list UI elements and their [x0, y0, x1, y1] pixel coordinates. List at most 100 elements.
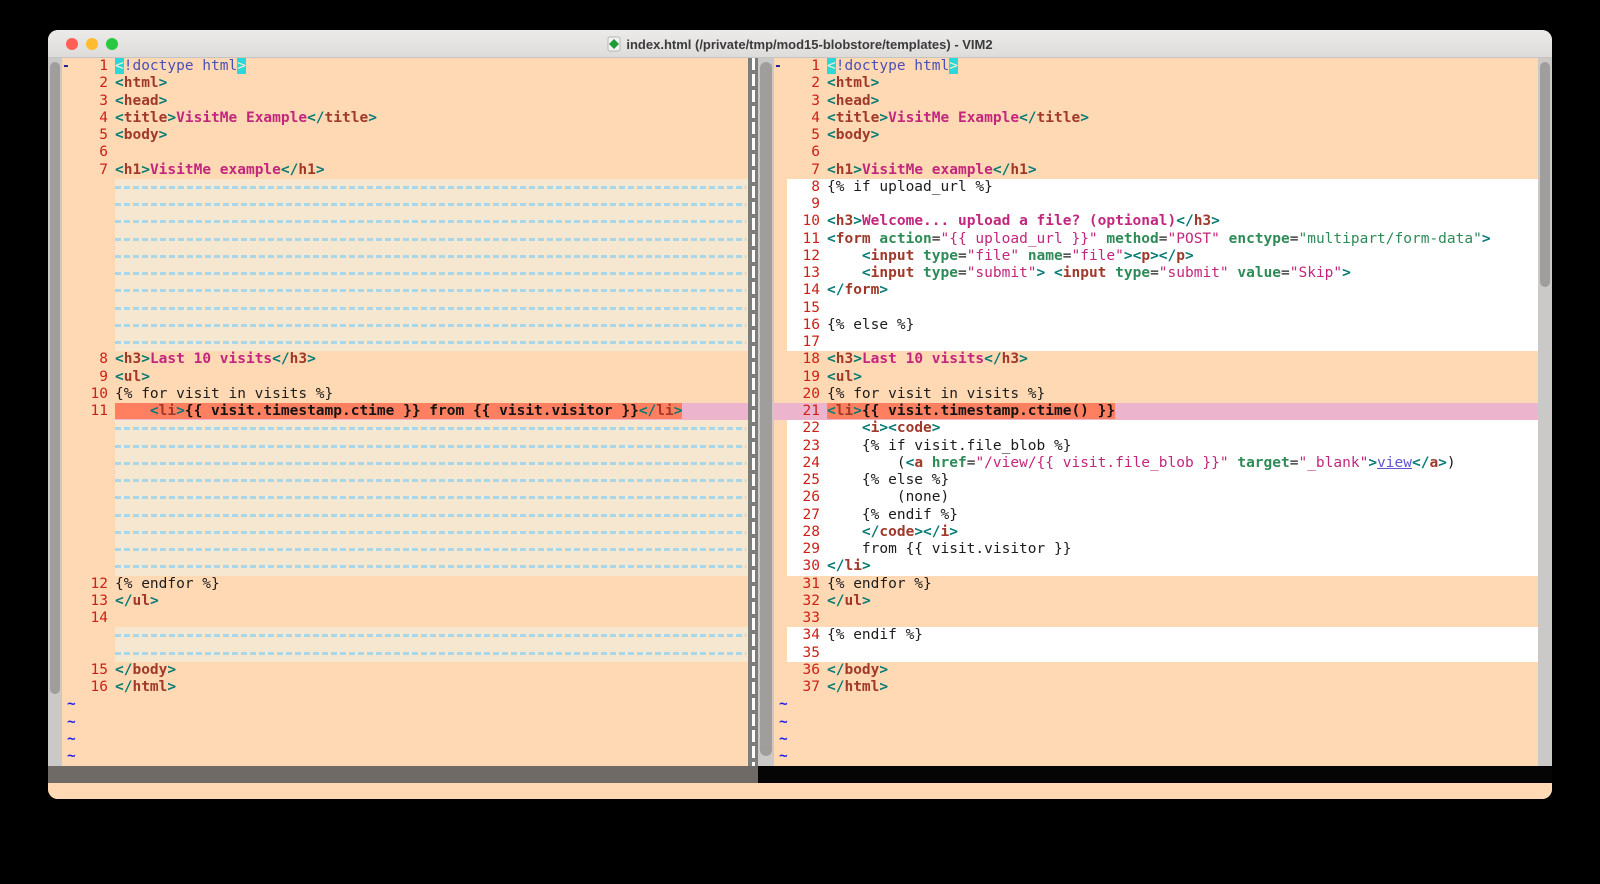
code-text: <h3>Last 10 visits</h3>	[115, 351, 748, 368]
command-line[interactable]	[48, 783, 1552, 799]
code-line[interactable]: 23 {% if visit.file_blob %}	[774, 438, 1552, 455]
line-number	[75, 265, 115, 282]
code-line[interactable]: 15</body>	[62, 662, 748, 679]
code-line[interactable]: 15	[774, 300, 1552, 317]
fold-column	[62, 369, 75, 386]
code-line[interactable]: 4<title>VisitMe Example</title>	[774, 110, 1552, 127]
code-line[interactable]: 31{% endfor %}	[774, 576, 1552, 593]
code-line[interactable]: 12{% endfor %}	[62, 576, 748, 593]
code-line[interactable]: 20{% for visit in visits %}	[774, 386, 1552, 403]
code-text: </code></i>	[827, 524, 1552, 541]
fold-column	[62, 334, 75, 351]
filler-dashes	[115, 196, 748, 213]
code-line[interactable]: 2<html>	[774, 75, 1552, 92]
syntax-segment: "submit"	[967, 265, 1037, 281]
code-line[interactable]: 19<ul>	[774, 369, 1552, 386]
line-number	[75, 196, 115, 213]
code-line[interactable]: 13 <input type="submit"> <input type="su…	[774, 265, 1552, 282]
code-line[interactable]: 24 (<a href="/view/{{ visit.file_blob }}…	[774, 455, 1552, 472]
syntax-segment: >	[159, 93, 168, 109]
code-line[interactable]: 16</html>	[62, 679, 748, 696]
code-line[interactable]: 13</ul>	[62, 593, 748, 610]
middle-scrollbar-thumb[interactable]	[760, 62, 772, 756]
right-scrollbar[interactable]	[1538, 58, 1552, 766]
code-line[interactable]: 3<head>	[774, 93, 1552, 110]
code-line[interactable]: -1<!doctype html>	[62, 58, 748, 75]
fold-column	[774, 127, 787, 144]
fold-column	[62, 610, 75, 627]
code-line[interactable]: 36</body>	[774, 662, 1552, 679]
code-line[interactable]: 9<ul>	[62, 369, 748, 386]
filler-dashes	[115, 282, 748, 299]
code-line[interactable]: 6	[62, 144, 748, 161]
line-number: 15	[75, 662, 115, 679]
code-line[interactable]: 33	[774, 610, 1552, 627]
syntax-segment: (	[827, 455, 906, 471]
code-line[interactable]: 5<body>	[62, 127, 748, 144]
line-number: 12	[75, 576, 115, 593]
code-line[interactable]: 6	[774, 144, 1552, 161]
syntax-segment: "/view/{{ visit.file_blob }}"	[975, 455, 1228, 471]
code-line[interactable]: -1<!doctype html>	[774, 58, 1552, 75]
syntax-segment: </	[862, 524, 879, 540]
code-line[interactable]: 2<html>	[62, 75, 748, 92]
code-line[interactable]: 29 from {{ visit.visitor }}	[774, 541, 1552, 558]
code-line[interactable]: 14	[62, 610, 748, 627]
line-number: 19	[787, 369, 827, 386]
code-line[interactable]: 11 <li>{{ visit.timestamp.ctime }} from …	[62, 403, 748, 420]
left-scrollbar-thumb[interactable]	[50, 62, 60, 694]
code-line[interactable]: 8<h3>Last 10 visits</h3>	[62, 351, 748, 368]
syntax-segment: >	[853, 351, 862, 367]
diff-pane-right[interactable]: -1<!doctype html>2<html>3<head>4<title>V…	[774, 58, 1552, 766]
syntax-segment: head	[124, 93, 159, 109]
code-line[interactable]: 4<title>VisitMe Example</title>	[62, 110, 748, 127]
window-separator[interactable]	[748, 58, 758, 766]
code-line[interactable]: 21<li>{{ visit.timestamp.ctime() }}	[774, 403, 1552, 420]
code-line[interactable]: 8{% if upload_url %}	[774, 179, 1552, 196]
code-line[interactable]: 7<h1>VisitMe example</h1>	[62, 162, 748, 179]
code-line[interactable]: 17	[774, 334, 1552, 351]
fold-column	[774, 179, 787, 196]
code-line[interactable]: 28 </code></i>	[774, 524, 1552, 541]
filler-dash-pattern	[115, 307, 746, 310]
syntax-segment: >	[932, 420, 941, 436]
code-line[interactable]: 14</form>	[774, 282, 1552, 299]
syntax-segment: )	[1447, 455, 1456, 471]
code-line[interactable]: 10{% for visit in visits %}	[62, 386, 748, 403]
code-line[interactable]: 25 {% else %}	[774, 472, 1552, 489]
code-line[interactable]: 30</li>	[774, 558, 1552, 575]
code-line[interactable]: 27 {% endif %}	[774, 507, 1552, 524]
syntax-segment: VisitMe Example	[888, 110, 1019, 126]
syntax-segment: view	[1377, 455, 1412, 471]
syntax-segment: {{ visit.timestamp.ctime }} from {{ visi…	[185, 403, 639, 419]
code-line[interactable]: 22 <i><code>	[774, 420, 1552, 437]
line-number: 13	[75, 593, 115, 610]
filler-dash-pattern	[115, 186, 746, 189]
code-line[interactable]: 5<body>	[774, 127, 1552, 144]
diff-pane-left[interactable]: -1<!doctype html>2<html>3<head>4<title>V…	[62, 58, 748, 766]
fold-column	[774, 541, 787, 558]
code-line[interactable]: 9	[774, 196, 1552, 213]
code-line[interactable]: 34{% endif %}	[774, 627, 1552, 644]
left-scrollbar[interactable]	[48, 58, 62, 766]
code-line[interactable]: 18<h3>Last 10 visits</h3>	[774, 351, 1552, 368]
code-text: (<a href="/view/{{ visit.file_blob }}" t…	[827, 455, 1552, 472]
middle-scrollbar[interactable]	[758, 58, 774, 766]
title-bar[interactable]: index.html (/private/tmp/mod15-blobstore…	[48, 30, 1552, 58]
code-text: <li>{{ visit.timestamp.ctime() }}	[827, 403, 1552, 420]
syntax-segment: h3	[290, 351, 307, 367]
code-line[interactable]: 7<h1>VisitMe example</h1>	[774, 162, 1552, 179]
code-line[interactable]: 12 <input type="file" name="file"><p></p…	[774, 248, 1552, 265]
code-line[interactable]: 3<head>	[62, 93, 748, 110]
code-line[interactable]: 11<form action="{{ upload_url }}" method…	[774, 231, 1552, 248]
filler-dashes	[115, 438, 748, 455]
code-line[interactable]: 37</html>	[774, 679, 1552, 696]
code-line[interactable]: 10<h3>Welcome... upload a file? (optiona…	[774, 213, 1552, 230]
syntax-segment	[827, 248, 862, 264]
right-scrollbar-thumb[interactable]	[1540, 62, 1550, 287]
code-line[interactable]: 35	[774, 645, 1552, 662]
code-line[interactable]: 26 (none)	[774, 489, 1552, 506]
code-line[interactable]: 32</ul>	[774, 593, 1552, 610]
code-line[interactable]: 16{% else %}	[774, 317, 1552, 334]
fold-column	[774, 282, 787, 299]
